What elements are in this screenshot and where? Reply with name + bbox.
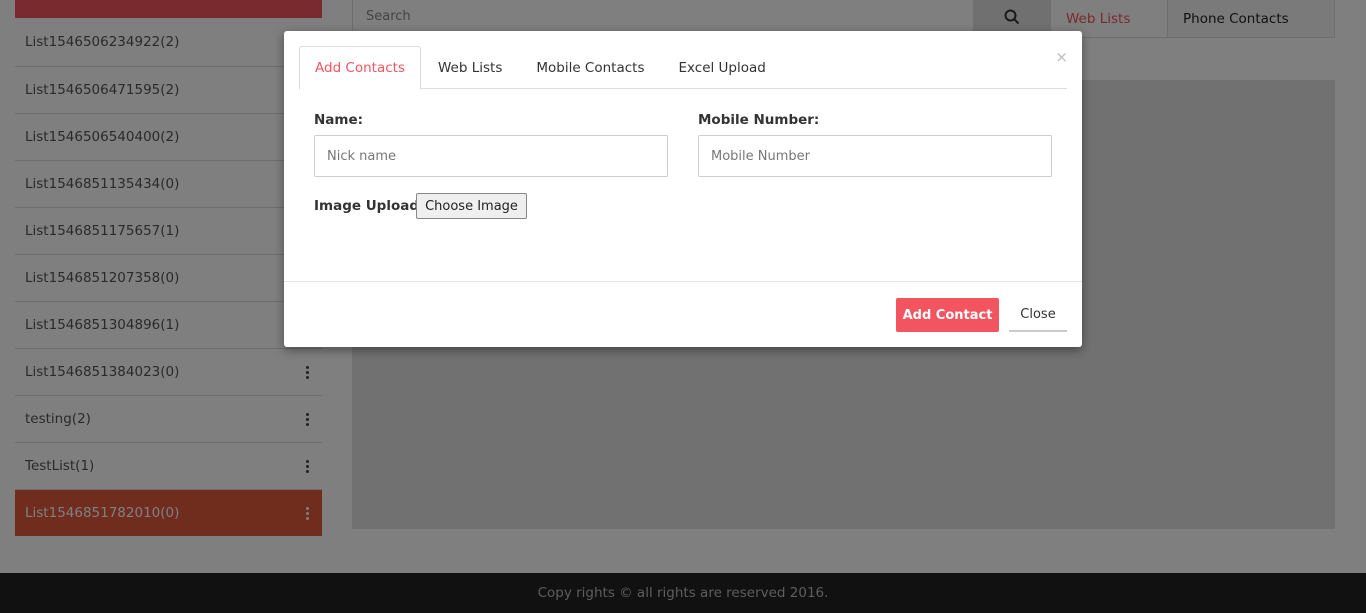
tab-mobile-contacts[interactable]: Mobile Contacts	[519, 46, 661, 89]
mobile-number-field[interactable]	[698, 135, 1052, 177]
add-contact-modal: × Add Contacts Web Lists Mobile Contacts…	[284, 31, 1082, 347]
mobile-number-label: Mobile Number:	[698, 112, 820, 128]
image-upload-label: Image Upload:	[314, 198, 425, 214]
tab-excel-upload[interactable]: Excel Upload	[662, 46, 783, 89]
choose-image-button[interactable]: Choose Image	[416, 193, 527, 219]
modal-tabs: Add Contacts Web Lists Mobile Contacts E…	[299, 46, 1067, 90]
tab-web-lists-modal[interactable]: Web Lists	[421, 46, 519, 89]
modal-footer: Add Contact Close	[284, 281, 1082, 347]
close-button[interactable]: Close	[1009, 298, 1067, 332]
name-label: Name:	[314, 112, 364, 128]
add-contact-button[interactable]: Add Contact	[896, 298, 999, 332]
name-field[interactable]	[314, 135, 668, 177]
tab-add-contacts[interactable]: Add Contacts	[299, 46, 421, 90]
